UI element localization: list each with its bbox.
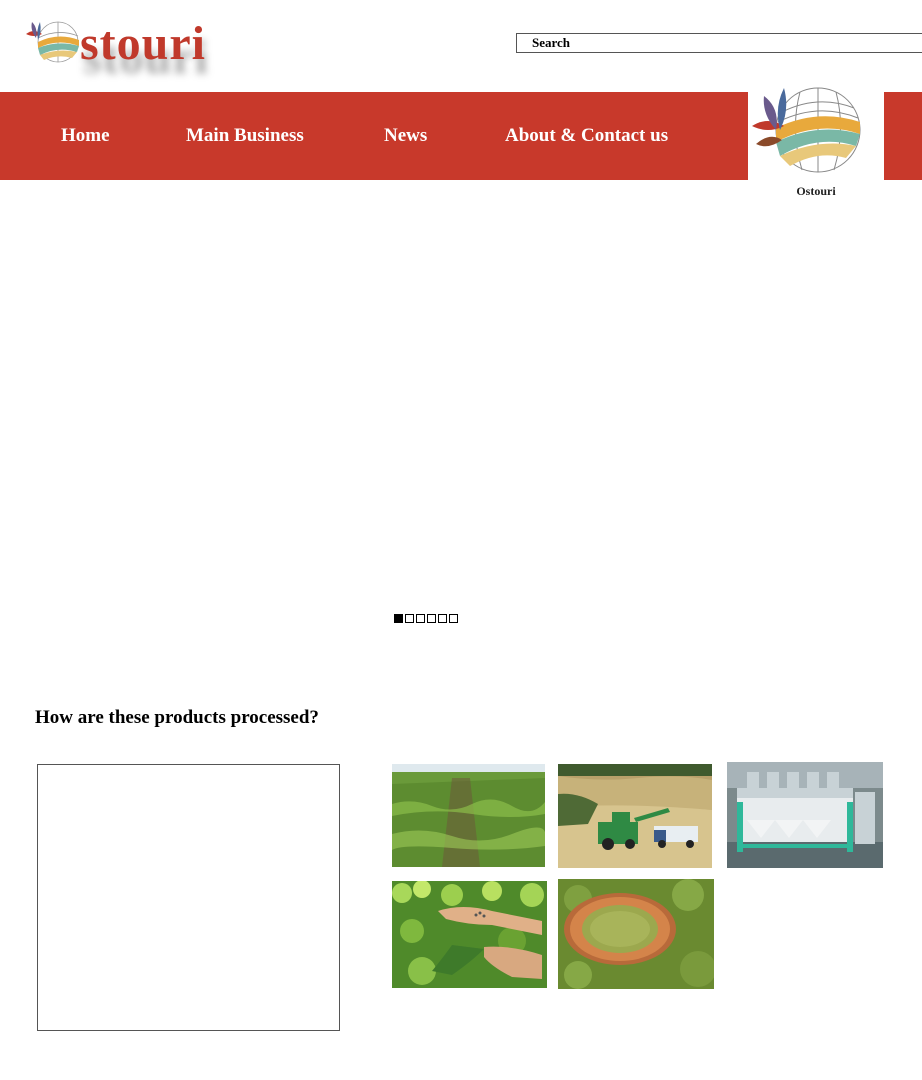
video-player[interactable] [37, 764, 340, 1031]
search-box[interactable] [516, 33, 922, 53]
globe-logo-icon [752, 87, 861, 173]
section-title: How are these products processed? [35, 707, 319, 728]
site-logo[interactable]: stouri [24, 14, 264, 84]
slider-dot-3[interactable] [416, 614, 425, 623]
slider-dot-2[interactable] [405, 614, 414, 623]
main-navbar: Home Main Business News About & Contact … [0, 92, 748, 180]
nav-item-news[interactable]: News [384, 92, 427, 180]
nav-item-about-contact[interactable]: About & Contact us [505, 92, 668, 180]
navbar-right-segment [884, 92, 922, 180]
bowl-peas-image [558, 879, 714, 989]
nav-item-home[interactable]: Home [61, 92, 110, 180]
hands-seeds-image [392, 881, 547, 988]
slider-dot-6[interactable] [449, 614, 458, 623]
slider-dot-5[interactable] [438, 614, 447, 623]
harvester-image [558, 764, 712, 868]
crop-field-image [392, 764, 545, 867]
sorter-machine-image [727, 762, 883, 868]
nav-item-main-business[interactable]: Main Business [186, 92, 304, 180]
search-input[interactable] [517, 34, 922, 52]
photo-harvester[interactable] [558, 764, 712, 868]
photo-sorter-machine[interactable] [727, 762, 883, 868]
brand-name: Ostouri [796, 184, 836, 198]
logo-text: stouri [80, 17, 206, 70]
slider-pagination [394, 614, 459, 623]
photo-bowl-peas[interactable] [558, 879, 714, 989]
slider-dot-1[interactable] [394, 614, 403, 623]
brand-badge[interactable]: Ostouri [748, 80, 884, 204]
globe-logo-icon [26, 21, 79, 63]
photo-hands-seeds[interactable] [392, 881, 547, 988]
photo-crop-field[interactable] [392, 764, 545, 867]
slider-dot-4[interactable] [427, 614, 436, 623]
